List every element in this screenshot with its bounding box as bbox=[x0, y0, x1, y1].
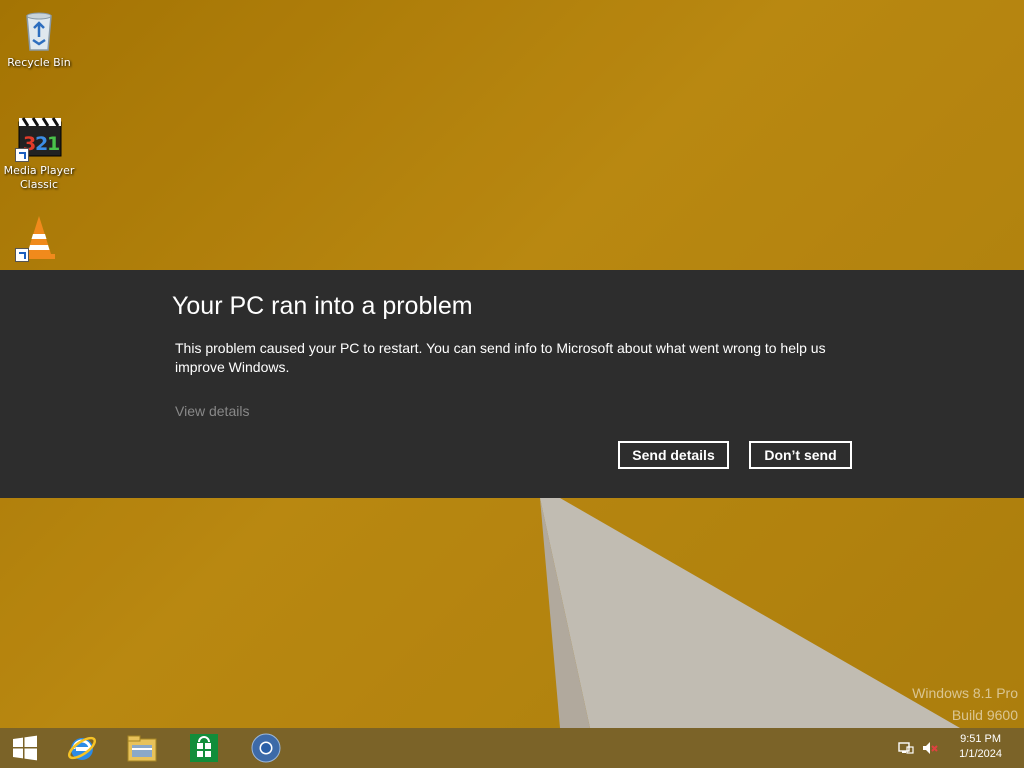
dialog-message: This problem caused your PC to restart. … bbox=[175, 340, 826, 375]
svg-text:1: 1 bbox=[47, 133, 60, 155]
view-details-link[interactable]: View details bbox=[175, 403, 249, 419]
taskbar-chromium[interactable] bbox=[238, 728, 294, 768]
internet-explorer-icon bbox=[67, 736, 97, 760]
vlc-icon bbox=[15, 214, 63, 262]
taskbar-internet-explorer[interactable] bbox=[54, 728, 110, 768]
dont-send-button[interactable]: Don’t send bbox=[749, 441, 852, 469]
error-dialog: Your PC ran into a problem This problem … bbox=[0, 270, 1024, 498]
clock-date: 1/1/2024 bbox=[959, 748, 1002, 760]
desktop-icon-recycle-bin[interactable]: Recycle Bin bbox=[2, 6, 76, 70]
shortcut-arrow-icon bbox=[15, 248, 29, 262]
volume-muted-icon[interactable] bbox=[922, 740, 938, 756]
desktop-icon-label: Recycle Bin bbox=[7, 56, 71, 69]
store-icon bbox=[190, 734, 218, 762]
file-explorer-icon bbox=[127, 735, 157, 762]
recycle-bin-icon bbox=[15, 6, 63, 54]
media-player-classic-icon: 3 2 1 bbox=[15, 114, 63, 162]
desktop-icon-media-player-classic[interactable]: 3 2 1 Media Player Classic bbox=[2, 114, 76, 192]
taskbar-clock[interactable]: 9:51 PM 1/1/2024 bbox=[959, 732, 1002, 762]
taskbar: 9:51 PM 1/1/2024 bbox=[0, 728, 1024, 768]
network-icon[interactable] bbox=[898, 740, 914, 756]
windows-watermark-edition: Windows 8.1 Pro bbox=[912, 685, 1018, 701]
chromium-icon bbox=[251, 733, 281, 763]
taskbar-file-explorer[interactable] bbox=[114, 728, 170, 768]
taskbar-store[interactable] bbox=[176, 728, 232, 768]
send-details-button[interactable]: Send details bbox=[618, 441, 729, 469]
shortcut-arrow-icon bbox=[15, 148, 29, 162]
start-button[interactable] bbox=[0, 728, 50, 768]
windows-logo-icon bbox=[13, 735, 37, 761]
clock-time: 9:51 PM bbox=[960, 733, 1002, 745]
desktop-icon-vlc[interactable] bbox=[2, 214, 76, 264]
windows-watermark-build: Build 9600 bbox=[951, 707, 1018, 723]
dialog-title: Your PC ran into a problem bbox=[172, 292, 473, 320]
desktop-icon-label: Media Player Classic bbox=[3, 164, 75, 191]
